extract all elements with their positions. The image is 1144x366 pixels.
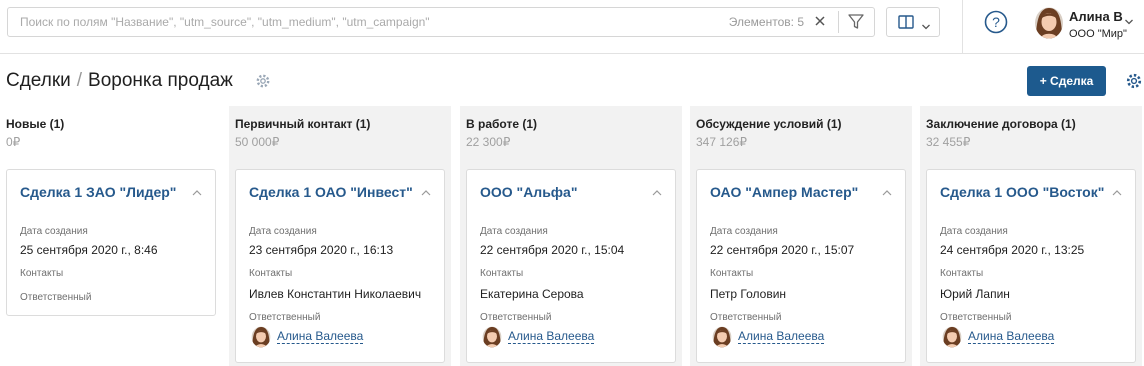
field-label-created: Дата создания xyxy=(249,226,317,237)
deal-created-date: 22 сентября 2020 г., 15:04 xyxy=(480,243,625,257)
stage-sum: 50 000₽ xyxy=(235,135,280,149)
deal-contact[interactable]: Петр Головин xyxy=(710,287,786,301)
top-bar-divider xyxy=(962,0,963,54)
field-label-created: Дата создания xyxy=(940,226,1008,237)
user-menu[interactable]: Алина В ООО "Мир" xyxy=(1032,7,1142,43)
columns-view-icon xyxy=(898,15,914,34)
stage-column: Первичный контакт (1) 50 000₽ Сделка 1 О… xyxy=(229,106,451,366)
help-icon[interactable]: ? xyxy=(984,10,1008,34)
add-deal-button[interactable]: + Сделка xyxy=(1027,66,1106,96)
field-label-contacts: Контакты xyxy=(249,268,293,279)
top-bar: Элементов: 5 ? xyxy=(0,0,1144,54)
deal-card[interactable]: ОАО "Ампер Мастер" Дата создания 22 сент… xyxy=(696,169,906,363)
deal-contact[interactable]: Екатерина Серова xyxy=(480,287,584,301)
user-organization: ООО "Мир" xyxy=(1069,28,1127,40)
breadcrumb-separator: / xyxy=(76,70,83,91)
user-name: Алина В xyxy=(1069,9,1123,24)
responsible-name-link[interactable]: Алина Валеева xyxy=(277,330,364,344)
stage-title: В работе (1) xyxy=(466,117,537,131)
stage-column: Заключение договора (1) 32 455₽ Сделка 1… xyxy=(920,106,1142,366)
field-label-contacts: Контакты xyxy=(710,268,754,279)
field-label-responsible: Ответственный xyxy=(710,312,782,323)
chevron-up-icon[interactable] xyxy=(651,185,663,196)
deal-created-date: 25 сентября 2020 г., 8:46 xyxy=(20,243,158,257)
search-input[interactable] xyxy=(8,8,708,36)
stage-sum: 32 455₽ xyxy=(926,135,971,149)
stage-sum: 0₽ xyxy=(6,135,21,149)
deal-contact[interactable]: Юрий Лапин xyxy=(940,287,1010,301)
responsible-avatar xyxy=(251,326,271,348)
responsible-avatar xyxy=(712,326,732,348)
field-label-responsible: Ответственный xyxy=(20,292,92,303)
deal-card[interactable]: Сделка 1 ООО "Восток" Дата создания 24 с… xyxy=(926,169,1136,363)
deal-title-link[interactable]: Сделка 1 ООО "Восток" xyxy=(940,184,1104,200)
search-divider xyxy=(838,11,839,33)
search-box: Элементов: 5 xyxy=(7,7,875,37)
deal-card[interactable]: Сделка 1 ОАО "Инвест" Дата создания 23 с… xyxy=(235,169,445,363)
stage-sum: 347 126₽ xyxy=(696,135,748,149)
clear-search-icon[interactable] xyxy=(812,13,828,29)
chevron-up-icon[interactable] xyxy=(881,185,893,196)
field-label-responsible: Ответственный xyxy=(480,312,552,323)
responsible-avatar xyxy=(482,326,502,348)
field-label-responsible: Ответственный xyxy=(940,312,1012,323)
stage-title: Новые (1) xyxy=(6,117,65,131)
field-label-created: Дата создания xyxy=(710,226,778,237)
deal-created-date: 24 сентября 2020 г., 13:25 xyxy=(940,243,1085,257)
deal-created-date: 22 сентября 2020 г., 15:07 xyxy=(710,243,855,257)
breadcrumb: Сделки / Воронка продаж xyxy=(6,70,233,92)
responsible-name-link[interactable]: Алина Валеева xyxy=(968,330,1055,344)
deal-card[interactable]: ООО "Альфа" Дата создания 22 сентября 20… xyxy=(466,169,676,363)
user-avatar xyxy=(1034,7,1064,39)
stage-column: Обсуждение условий (1) 347 126₽ ОАО "Амп… xyxy=(690,106,912,366)
funnel-settings-icon[interactable] xyxy=(255,73,271,89)
field-label-contacts: Контакты xyxy=(20,268,64,279)
field-label-created: Дата создания xyxy=(20,226,88,237)
deal-title-link[interactable]: Сделка 1 ЗАО "Лидер" xyxy=(20,184,176,200)
responsible-name-link[interactable]: Алина Валеева xyxy=(508,330,595,344)
page-title: Воронка продаж xyxy=(88,70,233,91)
stage-title: Заключение договора (1) xyxy=(926,117,1076,131)
stage-title: Обсуждение условий (1) xyxy=(696,117,842,131)
deal-title-link[interactable]: ООО "Альфа" xyxy=(480,184,577,200)
view-mode-button[interactable] xyxy=(886,7,940,37)
field-label-responsible: Ответственный xyxy=(249,312,321,323)
field-label-created: Дата создания xyxy=(480,226,548,237)
svg-text:?: ? xyxy=(992,14,1000,30)
deal-card[interactable]: Сделка 1 ЗАО "Лидер" Дата создания 25 се… xyxy=(6,169,216,316)
stage-column: Новые (1) 0₽ Сделка 1 ЗАО "Лидер" Дата с… xyxy=(0,106,222,366)
deal-title-link[interactable]: ОАО "Ампер Мастер" xyxy=(710,184,858,200)
stage-sum: 22 300₽ xyxy=(466,135,511,149)
chevron-up-icon[interactable] xyxy=(1111,185,1123,196)
breadcrumb-deals[interactable]: Сделки xyxy=(6,70,71,91)
stage-column: В работе (1) 22 300₽ ООО "Альфа" Дата со… xyxy=(460,106,682,366)
chevron-up-icon[interactable] xyxy=(191,185,203,196)
deal-contact[interactable]: Ивлев Константин Николаевич xyxy=(249,287,421,301)
deal-created-date: 23 сентября 2020 г., 16:13 xyxy=(249,243,394,257)
responsible-name-link[interactable]: Алина Валеева xyxy=(738,330,825,344)
stage-title: Первичный контакт (1) xyxy=(235,117,371,131)
field-label-contacts: Контакты xyxy=(940,268,984,279)
responsible-avatar xyxy=(942,326,962,348)
chevron-up-icon[interactable] xyxy=(420,185,432,196)
filter-icon[interactable] xyxy=(846,13,866,31)
deal-title-link[interactable]: Сделка 1 ОАО "Инвест" xyxy=(249,184,413,200)
settings-icon[interactable] xyxy=(1125,72,1143,90)
chevron-down-icon xyxy=(921,18,931,36)
elements-count: Элементов: 5 xyxy=(728,15,804,29)
field-label-contacts: Контакты xyxy=(480,268,524,279)
